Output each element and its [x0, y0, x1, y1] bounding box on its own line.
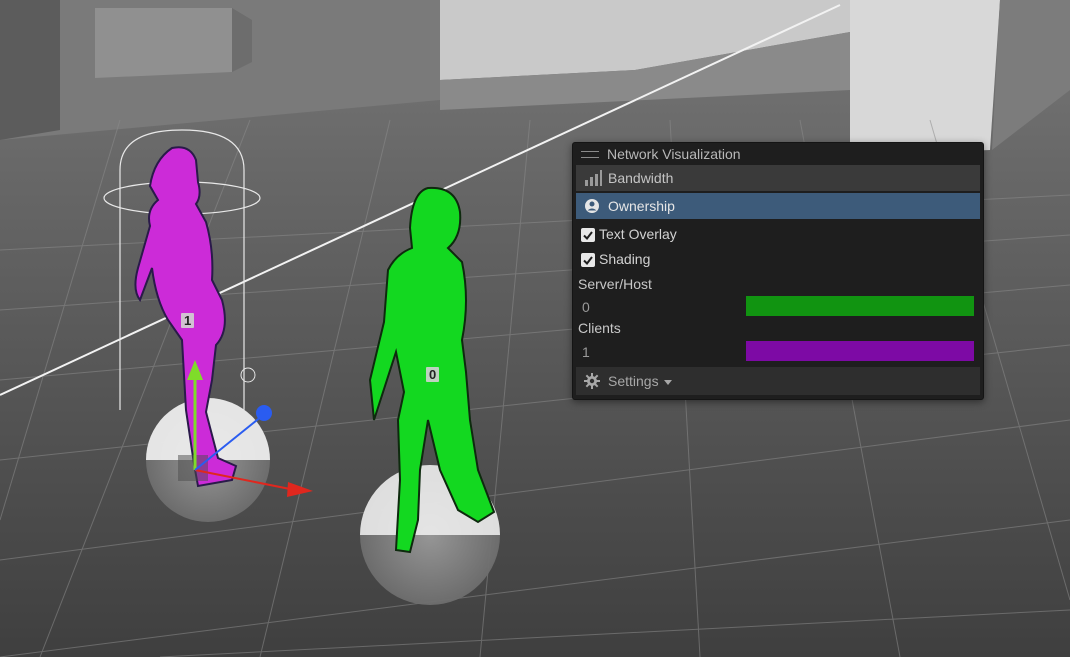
ownership-user-icon — [585, 199, 599, 213]
panel-title-bar[interactable]: Network Visualization — [573, 143, 983, 165]
server-host-color-swatch — [746, 296, 974, 316]
client-color-swatch — [746, 341, 974, 361]
settings-dropdown[interactable]: Settings — [576, 367, 980, 395]
text-overlay-checkbox[interactable] — [581, 228, 595, 243]
shading-toggle[interactable]: Shading — [581, 248, 650, 270]
ownership-mode-button[interactable]: Ownership — [576, 193, 980, 219]
bandwidth-bars-icon — [585, 170, 602, 186]
shading-label: Shading — [599, 251, 651, 267]
client-id: 1 — [582, 344, 590, 360]
client-owner-id-label: 1 — [181, 313, 195, 328]
settings-label: Settings — [608, 373, 659, 389]
panel-title: Network Visualization — [607, 146, 741, 162]
server-host-legend-label: Server/Host — [578, 276, 652, 292]
text-overlay-label: Text Overlay — [599, 226, 677, 242]
checkmark-icon — [583, 256, 593, 266]
clients-legend-label: Clients — [578, 320, 621, 336]
bandwidth-mode-label: Bandwidth — [608, 170, 674, 186]
gear-icon — [584, 373, 600, 389]
checkmark-icon — [583, 231, 593, 241]
bandwidth-mode-button[interactable]: Bandwidth — [576, 165, 980, 191]
server-host-id: 0 — [582, 299, 590, 315]
text-overlay-toggle[interactable]: Text Overlay — [581, 223, 677, 245]
chevron-down-icon — [663, 379, 672, 385]
shading-checkbox[interactable] — [581, 253, 595, 268]
host-owner-id-label: 0 — [426, 367, 440, 382]
network-visualization-panel[interactable]: Network Visualization Bandwidth Ownershi… — [572, 142, 984, 400]
ownership-mode-label: Ownership — [608, 198, 675, 214]
drag-handle-icon[interactable] — [581, 151, 599, 158]
